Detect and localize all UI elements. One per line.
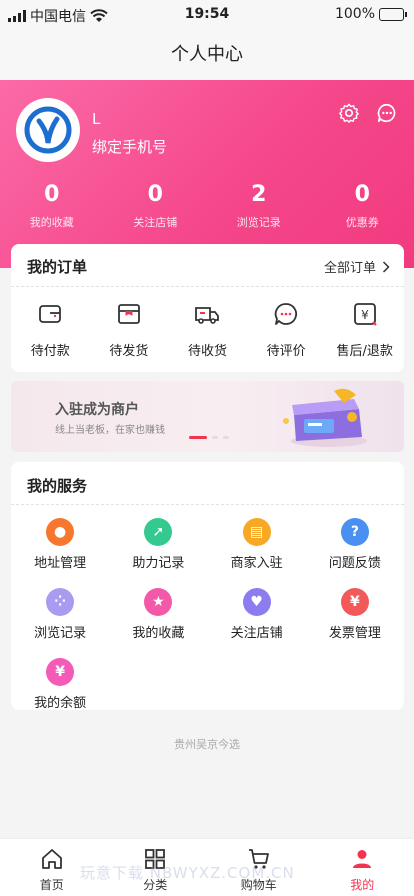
service-balance[interactable]: ¥ 我的余额 (11, 658, 109, 711)
tab-bar: 首页 分类 购物车 我的 (0, 838, 414, 896)
tab-label: 首页 (39, 878, 64, 892)
truck-icon (195, 307, 220, 324)
chat-icon[interactable] (376, 102, 398, 124)
heart-icon: ♥ (242, 588, 271, 616)
service-label: 我的余额 (34, 696, 87, 711)
service-label: 我的收藏 (132, 626, 185, 641)
service-merchant-join[interactable]: ▤ 商家入驻 (208, 518, 306, 571)
stat-label: 关注店铺 (133, 216, 178, 229)
profile-header: L 绑定手机号 0 我的收藏 0 关注店铺 2 浏览记录 0 优惠券 (0, 80, 414, 268)
banner-subtitle: 线上当老板，在家也赚钱 (55, 425, 165, 436)
gear-icon[interactable] (338, 102, 360, 124)
refund-icon: ¥ (353, 303, 377, 326)
tab-label: 分类 (143, 878, 168, 892)
service-history[interactable]: ⁘ 浏览记录 (11, 588, 109, 641)
chevron-right-icon (382, 260, 390, 273)
service-label: 浏览记录 (34, 626, 87, 641)
comment-icon (274, 303, 298, 325)
store-icon: ▤ (242, 518, 271, 546)
service-favorites[interactable]: ★ 我的收藏 (109, 588, 207, 641)
all-orders-link[interactable]: 全部订单 (324, 257, 390, 276)
stat-value: 0 (44, 182, 60, 207)
order-status-row: 待付款 待发货 待收货 待评价 ¥ 售后/退款 (11, 300, 404, 359)
orders-title: 我的订单 (27, 258, 88, 276)
home-icon (41, 849, 62, 869)
invoice-icon: ¥ (340, 588, 369, 616)
service-followed-shops[interactable]: ♥ 关注店铺 (208, 588, 306, 641)
stat-favorites[interactable]: 0 我的收藏 (0, 180, 104, 230)
order-label: 待评价 (266, 344, 306, 359)
order-label: 待收货 (187, 344, 227, 359)
order-pending-receipt[interactable]: 待收货 (168, 300, 247, 359)
avatar[interactable] (16, 98, 80, 162)
tab-label: 购物车 (240, 878, 277, 892)
stats-row: 0 我的收藏 0 关注店铺 2 浏览记录 0 优惠券 (0, 180, 414, 230)
service-label: 发票管理 (328, 626, 381, 641)
tab-category[interactable]: 分类 (104, 839, 208, 896)
service-feedback[interactable]: ? 问题反馈 (306, 518, 404, 571)
tab-cart[interactable]: 购物车 (207, 839, 311, 896)
service-label: 地址管理 (34, 556, 87, 571)
stat-label: 浏览记录 (236, 216, 281, 229)
battery-percent: 100% (334, 6, 375, 22)
stat-followed-shops[interactable]: 0 关注店铺 (104, 180, 208, 230)
order-pending-shipment[interactable]: 待发货 (90, 300, 169, 359)
divider (11, 286, 404, 287)
svg-text:¥: ¥ (361, 308, 369, 322)
order-label: 待发货 (109, 344, 149, 359)
order-label: 待付款 (30, 344, 70, 359)
bind-phone-link[interactable]: 绑定手机号 (92, 136, 167, 157)
services-grid: ● 地址管理 ➚ 助力记录 ▤ 商家入驻 ? 问题反馈 ⁘ 浏览记录 ★ 我的收藏 ♥ 关注店… (11, 518, 404, 711)
user-name: L (92, 110, 101, 128)
service-address[interactable]: ● 地址管理 (11, 518, 109, 571)
service-boost-records[interactable]: ➚ 助力记录 (109, 518, 207, 571)
order-refund[interactable]: ¥ 售后/退款 (325, 300, 404, 359)
location-icon: ● (46, 518, 75, 546)
star-icon: ★ (144, 588, 173, 616)
status-bar: 中国电信 19:54 100% (0, 0, 414, 30)
stat-value: 2 (251, 182, 267, 207)
order-pending-payment[interactable]: 待付款 (11, 300, 90, 359)
stat-history[interactable]: 2 浏览记录 (207, 180, 311, 230)
wallet-icon (39, 305, 62, 323)
service-label: 问题反馈 (328, 556, 381, 571)
orders-card: 我的订单 全部订单 待付款 待发货 待收货 待评价 ¥ 售后/退款 (11, 244, 404, 372)
tab-label: 我的 (350, 878, 375, 892)
stat-label: 我的收藏 (29, 216, 74, 229)
footprint-icon: ⁘ (46, 588, 75, 616)
carousel-indicator (189, 436, 229, 439)
question-icon: ? (340, 518, 369, 546)
box-icon (117, 304, 140, 324)
service-label: 关注店铺 (230, 626, 283, 641)
rocket-icon: ➚ (144, 518, 173, 546)
divider (11, 504, 404, 505)
merchant-banner[interactable]: 入驻成为商户 线上当老板，在家也赚钱 (11, 381, 404, 452)
order-label: 售后/退款 (336, 344, 393, 359)
stat-value: 0 (147, 182, 163, 207)
gift-box-illustration (283, 388, 367, 447)
service-invoice[interactable]: ¥ 发票管理 (306, 588, 404, 641)
status-right: 100% (334, 6, 407, 22)
money-bag-icon: ¥ (46, 658, 75, 686)
footer-brand: 贵州吴京今选 (174, 738, 240, 751)
tab-mine[interactable]: 我的 (311, 839, 414, 896)
all-orders-label: 全部订单 (323, 261, 376, 276)
service-label: 商家入驻 (230, 556, 283, 571)
stat-coupons[interactable]: 0 优惠券 (311, 180, 414, 230)
banner-title: 入驻成为商户 (55, 402, 139, 418)
battery-icon (379, 7, 407, 21)
cart-icon (248, 849, 269, 869)
tab-home[interactable]: 首页 (0, 839, 104, 896)
service-label: 助力记录 (132, 556, 185, 571)
stat-label: 优惠券 (345, 216, 379, 229)
grid-icon (145, 849, 166, 869)
services-title: 我的服务 (27, 477, 88, 495)
stat-value: 0 (354, 182, 370, 207)
avatar-logo-icon (24, 106, 72, 154)
user-icon (353, 850, 372, 868)
page-title: 个人中心 (0, 30, 414, 80)
order-pending-review[interactable]: 待评价 (247, 300, 326, 359)
services-card: 我的服务 ● 地址管理 ➚ 助力记录 ▤ 商家入驻 ? 问题反馈 ⁘ 浏览记录 ★ 我的收藏… (11, 462, 404, 711)
